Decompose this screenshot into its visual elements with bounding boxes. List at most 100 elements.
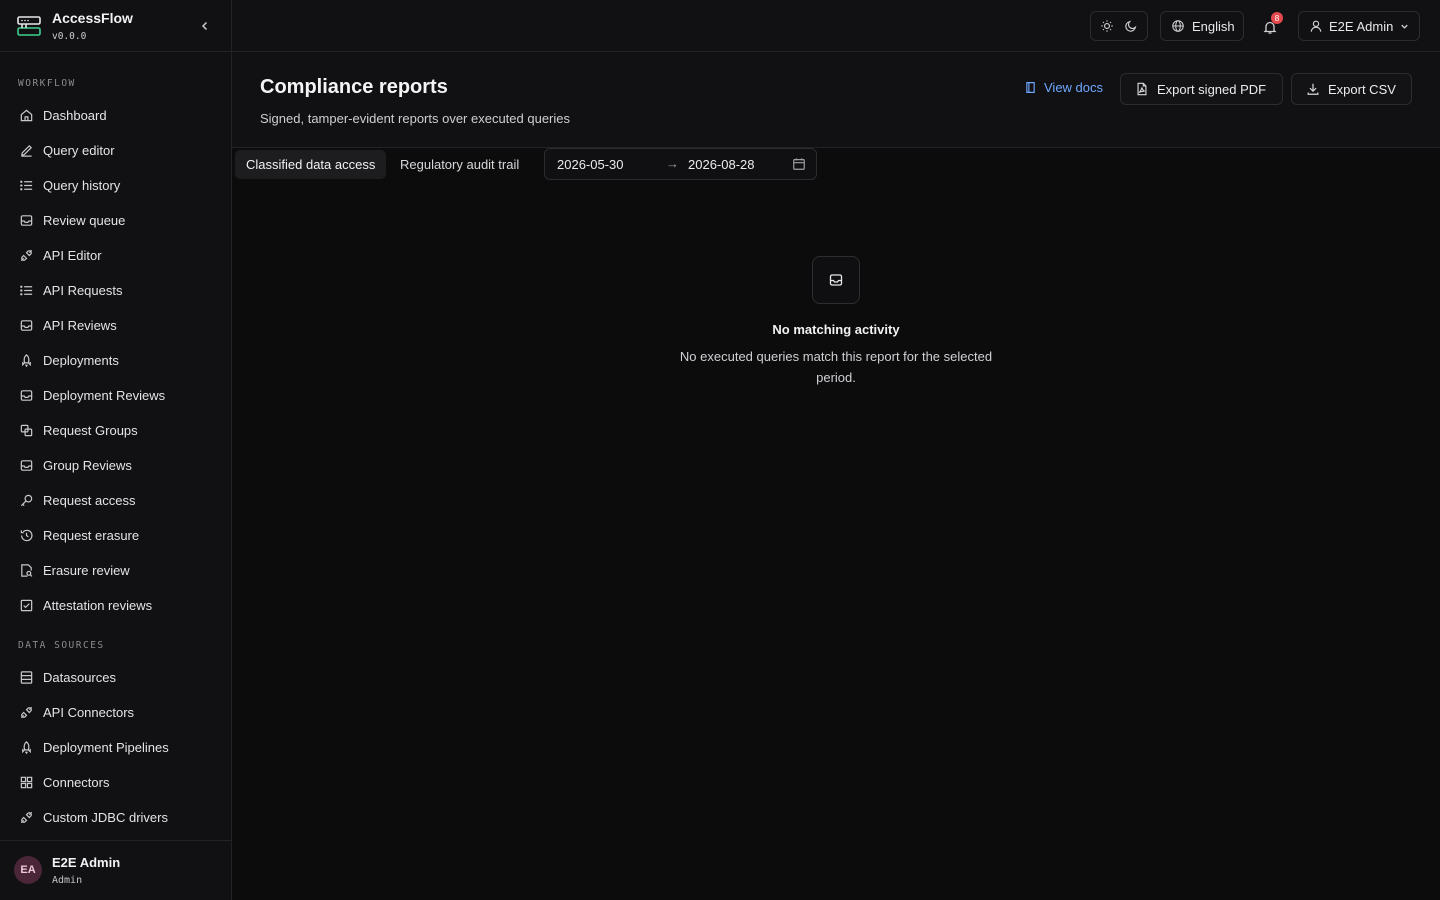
notifications-button[interactable]: 8 [1260, 12, 1283, 36]
sidebar-item-label: API Connectors [43, 704, 135, 720]
plug-icon [18, 704, 34, 720]
arrow-right-icon: → [666, 156, 679, 171]
sidebar-item-label: Query editor [43, 142, 115, 158]
sidebar: AccessFlow v0.0.0 WORKFLOW Dashboard Que… [0, 0, 232, 900]
sidebar-item-request-erasure[interactable]: Request erasure [10, 520, 222, 550]
sidebar-item-label: Request access [43, 492, 136, 508]
inbox-icon [18, 317, 34, 333]
sidebar-item-query-editor[interactable]: Query editor [10, 135, 222, 165]
sidebar-item-label: Custom JDBC drivers [43, 809, 168, 825]
page-header: Compliance reports Signed, tamper-eviden… [232, 52, 1440, 148]
section-label-workflow: WORKFLOW [18, 78, 76, 89]
start-date-input[interactable]: 2026-05-30 [557, 157, 624, 172]
sidebar-item-query-history[interactable]: Query history [10, 170, 222, 200]
copy-icon [18, 422, 34, 438]
sidebar-item-deployment-pipelines[interactable]: Deployment Pipelines [10, 732, 222, 762]
app-version: v0.0.0 [52, 31, 87, 42]
user-icon [1310, 20, 1322, 32]
avatar: EA [14, 856, 42, 884]
rocket-icon [18, 352, 34, 368]
list-icon [18, 177, 34, 193]
sidebar-item-label: Deployment Reviews [43, 387, 166, 403]
user-menu-button[interactable]: E2E Admin [1298, 11, 1420, 41]
export-signed-pdf-label: Export signed PDF [1157, 81, 1267, 97]
calendar-icon[interactable] [792, 157, 806, 171]
sidebar-item-dashboard[interactable]: Dashboard [10, 100, 222, 130]
moon-icon[interactable] [1124, 19, 1138, 33]
collapse-sidebar-button[interactable] [196, 17, 214, 35]
sidebar-item-label: API Requests [43, 282, 123, 298]
brand-header: AccessFlow v0.0.0 [0, 0, 231, 52]
export-csv-button[interactable]: Export CSV [1291, 73, 1412, 105]
sidebar-item-api-editor[interactable]: API Editor [10, 240, 222, 270]
sidebar-item-label: Deployment Pipelines [43, 739, 169, 755]
tab-classified-data-access[interactable]: Classified data access [235, 150, 387, 179]
inbox-icon [18, 387, 34, 403]
file-search-icon [18, 562, 34, 578]
grid-icon [18, 774, 34, 790]
sidebar-item-request-groups[interactable]: Request Groups [10, 415, 222, 445]
sidebar-item-api-requests[interactable]: API Requests [10, 275, 222, 305]
sidebar-item-label: Request Groups [43, 422, 138, 438]
server-logo-icon [17, 16, 41, 36]
sidebar-item-datasources[interactable]: Datasources [10, 662, 222, 692]
globe-icon [1172, 20, 1184, 32]
home-icon [18, 107, 34, 123]
tab-regulatory-audit-trail[interactable]: Regulatory audit trail [389, 150, 530, 179]
sidebar-item-label: Dashboard [43, 107, 107, 123]
view-docs-link[interactable]: View docs [1024, 80, 1103, 95]
empty-state-icon-box [812, 256, 860, 304]
sidebar-item-label: Group Reviews [43, 457, 132, 473]
tab-label: Regulatory audit trail [400, 157, 520, 172]
sidebar-item-group-reviews[interactable]: Group Reviews [10, 450, 222, 480]
book-icon [1026, 82, 1035, 93]
file-pdf-icon [1137, 82, 1147, 96]
pencil-icon [18, 142, 34, 158]
sidebar-item-deployment-reviews[interactable]: Deployment Reviews [10, 380, 222, 410]
sidebar-item-label: Attestation reviews [43, 597, 153, 613]
sidebar-item-erasure-review[interactable]: Erasure review [10, 555, 222, 585]
user-menu-label: E2E Admin [1329, 18, 1394, 34]
sidebar-item-review-queue[interactable]: Review queue [10, 205, 222, 235]
empty-state-description: No executed queries match this report fo… [679, 349, 993, 385]
tab-label: Classified data access [246, 157, 376, 172]
inbox-icon [18, 457, 34, 473]
view-docs-label: View docs [1044, 80, 1104, 95]
sidebar-item-deployments[interactable]: Deployments [10, 345, 222, 375]
language-selector[interactable]: English [1160, 11, 1244, 41]
date-range-picker: 2026-05-30 → 2026-08-28 [544, 148, 817, 180]
sidebar-user-profile[interactable]: EA E2E Admin Admin [0, 840, 231, 900]
inbox-icon [829, 274, 843, 286]
empty-state-title: No matching activity [772, 322, 900, 337]
export-csv-label: Export CSV [1328, 81, 1396, 97]
rocket-icon [18, 739, 34, 755]
language-label: English [1192, 18, 1235, 34]
sidebar-item-api-reviews[interactable]: API Reviews [10, 310, 222, 340]
page-title: Compliance reports [260, 76, 448, 98]
sidebar-item-label: Review queue [43, 212, 126, 228]
sidebar-item-attestation-reviews[interactable]: Attestation reviews [10, 590, 222, 620]
sidebar-item-request-access[interactable]: Request access [10, 485, 222, 515]
history-icon [18, 527, 34, 543]
sun-icon[interactable] [1100, 19, 1114, 33]
key-icon [18, 492, 34, 508]
sidebar-item-connectors[interactable]: Connectors [10, 767, 222, 797]
top-bar: English 8 E2E Admin [232, 0, 1440, 52]
plug-icon [18, 809, 34, 825]
database-icon [18, 669, 34, 685]
sidebar-item-custom-jdbc-drivers[interactable]: Custom JDBC drivers [10, 802, 222, 832]
export-signed-pdf-button[interactable]: Export signed PDF [1120, 73, 1283, 105]
theme-toggle [1090, 11, 1148, 41]
sidebar-item-label: Connectors [43, 774, 110, 790]
user-role: Admin [52, 875, 83, 886]
list-icon [18, 282, 34, 298]
sidebar-item-label: Query history [43, 177, 121, 193]
notification-badge: 8 [1271, 12, 1283, 24]
inbox-icon [18, 212, 34, 228]
sidebar-item-api-connectors[interactable]: API Connectors [10, 697, 222, 727]
download-icon [1307, 83, 1319, 95]
sidebar-item-label: Deployments [43, 352, 119, 368]
user-name: E2E Admin [52, 855, 121, 870]
end-date-input[interactable]: 2026-08-28 [688, 157, 755, 172]
page-subtitle: Signed, tamper-evident reports over exec… [260, 111, 571, 126]
